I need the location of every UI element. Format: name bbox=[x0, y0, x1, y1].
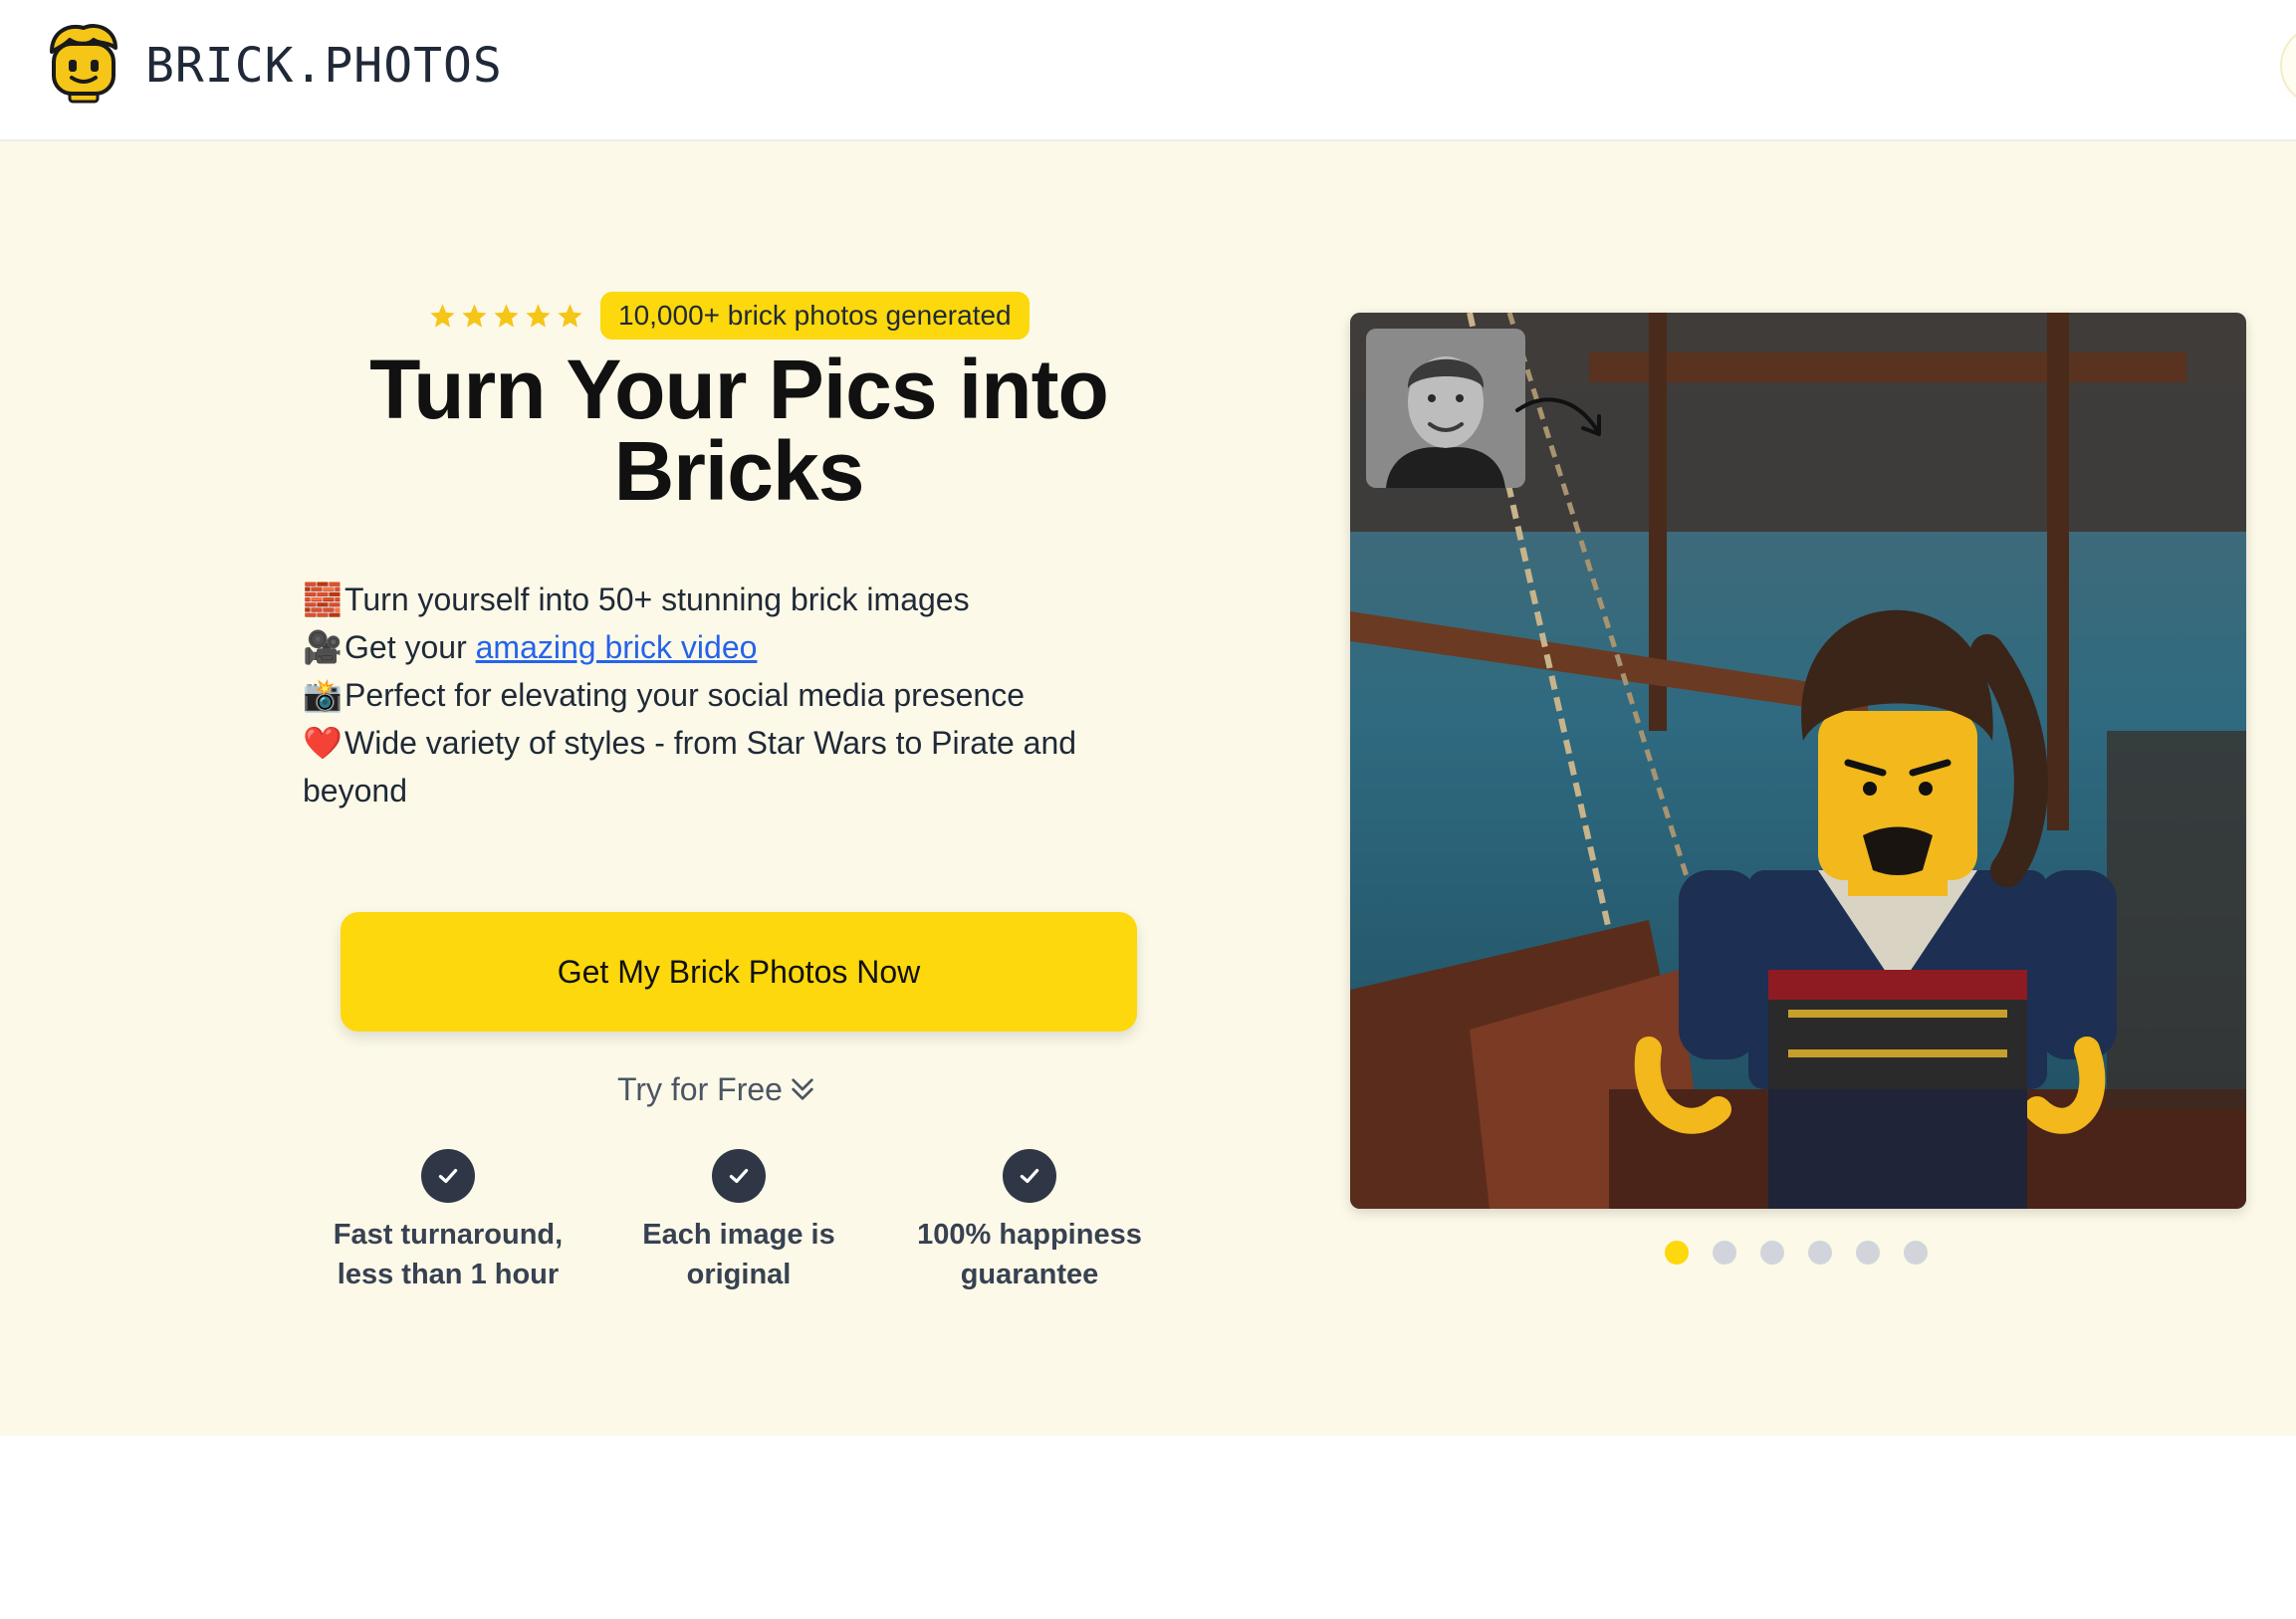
guarantee-text: 100% happiness guarantee bbox=[900, 1215, 1159, 1294]
feature-text: Get your bbox=[344, 629, 476, 665]
feature-item: ❤️Wide variety of styles - from Star War… bbox=[303, 719, 1119, 814]
carousel-dot[interactable] bbox=[1904, 1241, 1928, 1265]
brick-emoji-icon: 🧱 bbox=[303, 581, 343, 617]
photos-generated-badge: 10,000+ brick photos generated bbox=[600, 292, 1030, 340]
star-icon bbox=[462, 303, 487, 328]
menu-button[interactable] bbox=[2280, 26, 2296, 106]
double-chevron-down-icon bbox=[792, 1078, 813, 1100]
carousel-dot[interactable] bbox=[1713, 1241, 1736, 1265]
guarantee-item: Fast turnaround, less than 1 hour bbox=[319, 1149, 577, 1294]
movie-camera-emoji-icon: 🎥 bbox=[303, 629, 343, 665]
five-star-rating bbox=[428, 302, 584, 331]
headline-line-2: Bricks bbox=[613, 424, 865, 518]
feature-item: 🧱Turn yourself into 50+ stunning brick i… bbox=[303, 576, 1119, 623]
guarantee-line: Fast turnaround, bbox=[333, 1219, 564, 1251]
try-for-free-label: Try for Free bbox=[617, 1070, 783, 1107]
feature-item: 📸Perfect for elevating your social media… bbox=[303, 671, 1119, 719]
check-circle-icon bbox=[421, 1149, 475, 1203]
star-icon bbox=[430, 303, 455, 328]
guarantee-line: Each image is bbox=[642, 1219, 835, 1251]
brick-video-link[interactable]: amazing brick video bbox=[476, 629, 758, 665]
guarantee-text: Fast turnaround, less than 1 hour bbox=[319, 1215, 577, 1294]
guarantee-text: Each image is original bbox=[609, 1215, 868, 1294]
source-photo-thumbnail bbox=[1366, 329, 1525, 488]
headline-line-1: Turn Your Pics into bbox=[369, 343, 1109, 436]
feature-list: 🧱Turn yourself into 50+ stunning brick i… bbox=[303, 576, 1119, 814]
feature-text: Wide variety of styles - from Star Wars … bbox=[303, 725, 1077, 809]
brand-name[interactable]: BRICK.PHOTOS bbox=[145, 38, 503, 94]
guarantee-line: original bbox=[686, 1259, 792, 1290]
rating-row: 10,000+ brick photos generated bbox=[428, 291, 1030, 341]
carousel-pagination bbox=[1665, 1241, 1928, 1265]
get-brick-photos-button[interactable]: Get My Brick Photos Now bbox=[341, 912, 1137, 1032]
feature-item: 🎥Get your amazing brick video bbox=[303, 623, 1119, 671]
guarantee-line: 100% happiness bbox=[917, 1219, 1142, 1251]
guarantee-item: 100% happiness guarantee bbox=[900, 1149, 1159, 1294]
curved-arrow-icon bbox=[1515, 397, 1601, 436]
guarantee-line: guarantee bbox=[960, 1259, 1099, 1290]
brick-figure-head-icon[interactable] bbox=[48, 22, 119, 104]
guarantee-line: less than 1 hour bbox=[337, 1259, 560, 1290]
feature-text: Turn yourself into 50+ stunning brick im… bbox=[344, 581, 970, 617]
star-icon bbox=[526, 303, 551, 328]
guarantee-item: Each image is original bbox=[609, 1149, 868, 1294]
check-circle-icon bbox=[1003, 1149, 1056, 1203]
try-for-free-link[interactable]: Try for Free bbox=[617, 1067, 818, 1111]
check-circle-icon bbox=[712, 1149, 766, 1203]
star-icon bbox=[558, 303, 582, 328]
star-icon bbox=[494, 303, 519, 328]
camera-flash-emoji-icon: 📸 bbox=[303, 677, 343, 713]
hero-headline: Turn Your Pics into Bricks bbox=[299, 347, 1179, 513]
carousel-dot[interactable] bbox=[1856, 1241, 1880, 1265]
carousel-dot[interactable] bbox=[1665, 1241, 1689, 1265]
red-heart-emoji-icon: ❤️ bbox=[303, 725, 343, 761]
feature-text: Perfect for elevating your social media … bbox=[344, 677, 1026, 713]
site-header: BRICK.PHOTOS bbox=[0, 0, 2296, 141]
carousel-dot[interactable] bbox=[1760, 1241, 1784, 1265]
carousel-dot[interactable] bbox=[1808, 1241, 1832, 1265]
